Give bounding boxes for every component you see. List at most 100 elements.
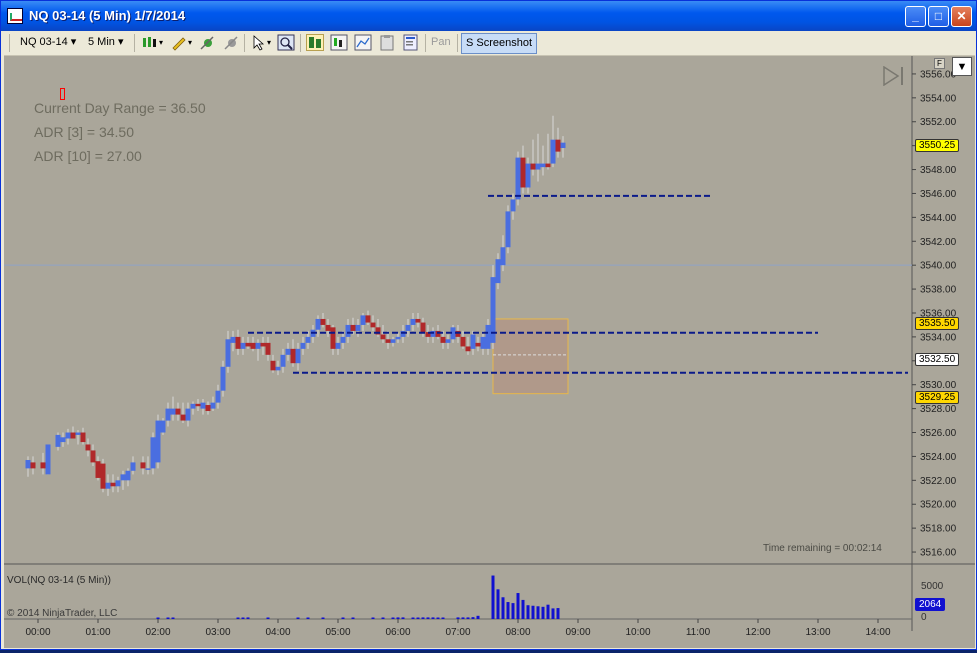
volume-axis-0: 0 (921, 612, 927, 623)
pointer-icon[interactable] (250, 34, 268, 51)
candle-body (365, 315, 371, 323)
period-selector[interactable]: 5 Min ▾ (88, 33, 123, 52)
line-chart-icon[interactable] (354, 34, 372, 51)
candle-body (115, 480, 121, 487)
candle-body (280, 354, 286, 367)
volume-bar (511, 603, 515, 619)
candle-body (550, 139, 556, 164)
candle-body (545, 163, 551, 168)
candle-body (525, 163, 531, 188)
candle-body (150, 437, 156, 469)
price-tick-label: 3522.00 (920, 476, 957, 487)
candle-body (195, 403, 201, 407)
volume-bar (496, 589, 500, 619)
time-tick-label: 05:00 (325, 627, 350, 638)
candle-body (460, 336, 466, 347)
candle-body (350, 324, 356, 331)
volume-bar (466, 617, 470, 619)
panel-menu-button[interactable]: ▼ (952, 57, 972, 76)
candle-body (110, 482, 116, 487)
volume-bar (306, 617, 310, 619)
screenshot-button[interactable]: S Screenshot (461, 33, 538, 54)
time-tick-label: 14:00 (865, 627, 890, 638)
volume-bar (556, 608, 560, 619)
candle-body (90, 450, 96, 463)
title-bar[interactable]: NQ 03-14 (5 Min) 1/7/2014 _ □ ✕ (1, 1, 976, 31)
panel-f-button[interactable]: F (934, 58, 945, 69)
candle-body (270, 360, 276, 371)
properties-icon[interactable] (402, 34, 420, 51)
drawing-anchor-marker[interactable] (60, 88, 65, 100)
candle-body (30, 462, 36, 469)
candle-body (485, 324, 491, 349)
strategy-icon[interactable] (223, 34, 241, 51)
add-indicator-icon[interactable] (199, 34, 217, 51)
pointer-dropdown[interactable]: ▾ (267, 33, 271, 52)
chart-area[interactable]: 3556.003554.003552.003550.003548.003546.… (4, 56, 975, 648)
candle-body (205, 405, 211, 412)
price-tick-label: 3528.00 (920, 404, 957, 415)
chart-background (4, 56, 975, 648)
time-tick-label: 12:00 (745, 627, 770, 638)
bars-icon[interactable] (330, 34, 348, 51)
candle-body (330, 327, 336, 349)
minimize-button[interactable]: _ (905, 6, 926, 27)
candle-body (470, 334, 476, 349)
chart-window: NQ 03-14 (5 Min) 1/7/2014 _ □ ✕ NQ 03-14… (0, 0, 977, 650)
volume-bar (526, 605, 530, 619)
price-tick-label: 3554.00 (920, 93, 957, 104)
chart-style-dropdown[interactable]: ▾ (159, 33, 163, 52)
volume-bar (266, 617, 270, 619)
toolbar-separator (425, 34, 426, 52)
candle-body (215, 390, 221, 403)
candle-body (380, 334, 386, 340)
candle-body (480, 336, 486, 349)
price-tick-label: 3518.00 (920, 524, 957, 535)
candle-body (160, 420, 166, 433)
clipboard-icon[interactable] (378, 34, 396, 51)
candle-body (285, 348, 291, 355)
price-tick-label: 3548.00 (920, 165, 957, 176)
candle-body (290, 348, 296, 364)
candle-body (335, 342, 341, 349)
candle-body (560, 142, 566, 149)
candle-body (445, 339, 451, 343)
scroll-to-end-icon[interactable] (882, 65, 908, 87)
close-button[interactable]: ✕ (951, 6, 972, 27)
candle-body (390, 339, 396, 343)
data-box-icon[interactable] (306, 34, 324, 51)
instrument-selector[interactable]: NQ 03-14 ▾ (20, 33, 76, 52)
candle-body (360, 315, 366, 325)
price-tick-label: 3540.00 (920, 261, 957, 272)
upper-level-tag: 3535.50 (915, 317, 960, 330)
candle-body (230, 336, 236, 343)
candle-body (355, 324, 361, 331)
pan-button[interactable]: Pan (431, 33, 451, 52)
volume-bar (391, 617, 395, 619)
price-chart[interactable]: 3556.003554.003552.003550.003548.003546.… (4, 56, 975, 648)
candle-body (540, 163, 546, 168)
lower-level-tag: 3529.25 (915, 391, 960, 404)
drawing-pencil-icon[interactable] (170, 34, 188, 51)
candle-body (250, 342, 256, 349)
candle-body (105, 482, 111, 489)
drawing-dropdown[interactable]: ▾ (188, 33, 192, 52)
candle-body (120, 474, 126, 481)
candle-body (515, 157, 521, 200)
chart-style-icon[interactable] (141, 34, 159, 51)
volume-bar (431, 617, 435, 619)
zoom-icon[interactable] (277, 34, 295, 51)
candle-body (200, 402, 206, 409)
instrument-label: NQ 03-14 (20, 36, 68, 48)
time-tick-label: 03:00 (205, 627, 230, 638)
volume-bar (501, 597, 505, 619)
price-tick-label: 3544.00 (920, 213, 957, 224)
candle-body (235, 336, 241, 349)
candle-body (510, 199, 516, 212)
candle-body (210, 402, 216, 409)
candle-body (315, 318, 321, 330)
price-tick-label: 3552.00 (920, 117, 957, 128)
time-remaining: Time remaining = 00:02:14 (763, 543, 882, 554)
maximize-button[interactable]: □ (928, 6, 949, 27)
volume-bar (541, 606, 545, 619)
